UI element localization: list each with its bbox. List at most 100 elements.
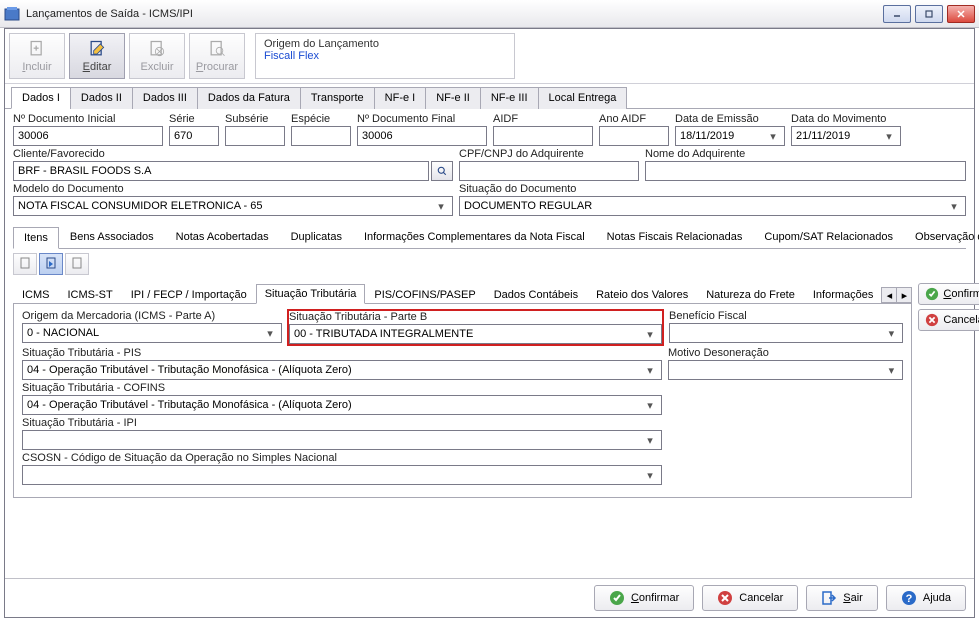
editar-button[interactable]: Editar [69, 33, 125, 79]
serie-label: Série [169, 113, 219, 125]
incluir-button[interactable]: Incluir [9, 33, 65, 79]
origem-select[interactable]: 0 - NACIONAL▾ [22, 323, 282, 343]
chevron-down-icon: ▾ [643, 399, 657, 412]
subtab-duplicatas[interactable]: Duplicatas [280, 226, 353, 248]
innertab-icms-st[interactable]: ICMS-ST [59, 285, 122, 304]
situacao-doc-label: Situação do Documento [459, 183, 966, 195]
chevron-down-icon: ▾ [884, 364, 898, 377]
innertab-pis-cofins[interactable]: PIS/COFINS/PASEP [365, 285, 484, 304]
inner-tab-strip: ICMS ICMS-ST IPI / FECP / Importação Sit… [13, 283, 912, 304]
nome-adq-input[interactable] [645, 161, 966, 181]
procurar-button[interactable]: Procurar [189, 33, 245, 79]
cofins-select[interactable]: 04 - Operação Tributável - Tributação Mo… [22, 395, 662, 415]
modelo-select[interactable]: NOTA FISCAL CONSUMIDOR ELETRONICA - 65 ▾ [13, 196, 453, 216]
especie-input[interactable] [291, 126, 351, 146]
subtab-notas-acobertadas[interactable]: Notas Acobertadas [165, 226, 280, 248]
subtab-nf-relacionadas[interactable]: Notas Fiscais Relacionadas [596, 226, 754, 248]
parte-b-select[interactable]: 00 - TRIBUTADA INTEGRALMENTE ▾ [289, 324, 662, 344]
tab-dados-fatura[interactable]: Dados da Fatura [197, 87, 301, 109]
serie-input[interactable] [169, 126, 219, 146]
situacao-doc-select[interactable]: DOCUMENTO REGULAR▾ [459, 196, 966, 216]
sair-button[interactable]: Sair [806, 585, 878, 611]
excluir-button[interactable]: Excluir [129, 33, 185, 79]
chevron-down-icon: ▾ [434, 200, 448, 213]
minimize-button[interactable] [883, 5, 911, 23]
tab-scroll-right-button[interactable]: ▸ [896, 287, 912, 303]
ano-aidf-input[interactable] [599, 126, 669, 146]
maximize-button[interactable] [915, 5, 943, 23]
subtab-bens[interactable]: Bens Associados [59, 226, 165, 248]
tab-nfe-iii[interactable]: NF-e III [480, 87, 539, 109]
csosn-select[interactable]: ▾ [22, 465, 662, 485]
ipi-select[interactable]: ▾ [22, 430, 662, 450]
tab-dados-i[interactable]: Dados I [11, 87, 71, 109]
subtab-observacao[interactable]: Observação d [904, 226, 979, 248]
sair-label: Sair [843, 592, 863, 604]
confirmar-button[interactable]: Confirmar [594, 585, 694, 611]
cpf-cnpj-input[interactable] [459, 161, 639, 181]
procurar-label: Procurar [196, 61, 238, 73]
subserie-label: Subsérie [225, 113, 285, 125]
tab-dados-iii[interactable]: Dados III [132, 87, 198, 109]
item-confirmar-button[interactable]: Confirmar [918, 283, 979, 305]
chevron-down-icon: ▾ [643, 434, 657, 447]
item-toolbar [13, 253, 966, 275]
innertab-natureza-frete[interactable]: Natureza do Frete [697, 285, 804, 304]
tab-nfe-i[interactable]: NF-e I [374, 87, 427, 109]
tab-dados-ii[interactable]: Dados II [70, 87, 133, 109]
cofins-value: 04 - Operação Tributável - Tributação Mo… [27, 399, 352, 411]
item-cancelar-label: Cancelar [943, 314, 979, 326]
subserie-input[interactable] [225, 126, 285, 146]
pis-select[interactable]: 04 - Operação Tributável - Tributação Mo… [22, 360, 662, 380]
chevron-down-icon: ▾ [766, 130, 780, 143]
innertab-dados-contabeis[interactable]: Dados Contábeis [485, 285, 587, 304]
beneficio-select[interactable]: ▾ [669, 323, 903, 343]
parte-b-value: 00 - TRIBUTADA INTEGRALMENTE [294, 328, 473, 340]
ajuda-label: Ajuda [923, 592, 951, 604]
ajuda-button[interactable]: ? Ajuda [886, 585, 966, 611]
innertab-informacoes[interactable]: Informações [804, 285, 883, 304]
doc-final-input[interactable] [357, 126, 487, 146]
innertab-situacao-tributaria[interactable]: Situação Tributária [256, 284, 366, 304]
origin-value: Fiscall Flex [264, 50, 506, 62]
modelo-label: Modelo do Documento [13, 183, 453, 195]
incluir-label: Incluir [22, 61, 51, 73]
chevron-down-icon: ▾ [882, 130, 896, 143]
cancelar-button[interactable]: Cancelar [702, 585, 798, 611]
cliente-input[interactable] [13, 161, 429, 181]
item-first-button[interactable] [13, 253, 37, 275]
data-movimento-select[interactable]: 21/11/2019▾ [791, 126, 901, 146]
chevron-down-icon: ▾ [643, 328, 657, 341]
doc-inicial-input[interactable] [13, 126, 163, 146]
aidf-input[interactable] [493, 126, 593, 146]
tab-scroll-left-button[interactable]: ◂ [881, 287, 897, 303]
window-title: Lançamentos de Saída - ICMS/IPI [26, 8, 883, 20]
pis-label: Situação Tributária - PIS [22, 347, 662, 359]
doc-inicial-label: Nº Documento Inicial [13, 113, 163, 125]
chevron-down-icon: ▾ [263, 327, 277, 340]
innertab-rateio[interactable]: Rateio dos Valores [587, 285, 697, 304]
item-cancelar-button[interactable]: Cancelar [918, 309, 979, 331]
aidf-label: AIDF [493, 113, 593, 125]
tab-local-entrega[interactable]: Local Entrega [538, 87, 628, 109]
ipi-label: Situação Tributária - IPI [22, 417, 662, 429]
chevron-down-icon: ▾ [643, 364, 657, 377]
item-last-button[interactable] [65, 253, 89, 275]
origin-box: Origem do Lançamento Fiscall Flex [255, 33, 515, 79]
tab-transporte[interactable]: Transporte [300, 87, 375, 109]
item-nav-button[interactable] [39, 253, 63, 275]
cofins-label: Situação Tributária - COFINS [22, 382, 662, 394]
close-button[interactable] [947, 5, 975, 23]
editar-label: Editar [83, 61, 112, 73]
innertab-icms[interactable]: ICMS [13, 285, 59, 304]
modelo-value: NOTA FISCAL CONSUMIDOR ELETRONICA - 65 [18, 200, 263, 212]
subtab-info-compl[interactable]: Informações Complementares da Nota Fisca… [353, 226, 596, 248]
subtab-itens[interactable]: Itens [13, 227, 59, 249]
data-emissao-select[interactable]: 18/11/2019▾ [675, 126, 785, 146]
innertab-ipi-fecp[interactable]: IPI / FECP / Importação [122, 285, 256, 304]
motivo-select[interactable]: ▾ [668, 360, 903, 380]
tab-nfe-ii[interactable]: NF-e II [425, 87, 481, 109]
excluir-label: Excluir [140, 61, 173, 73]
cliente-lookup-button[interactable] [431, 161, 453, 181]
subtab-cupom-sat[interactable]: Cupom/SAT Relacionados [753, 226, 904, 248]
